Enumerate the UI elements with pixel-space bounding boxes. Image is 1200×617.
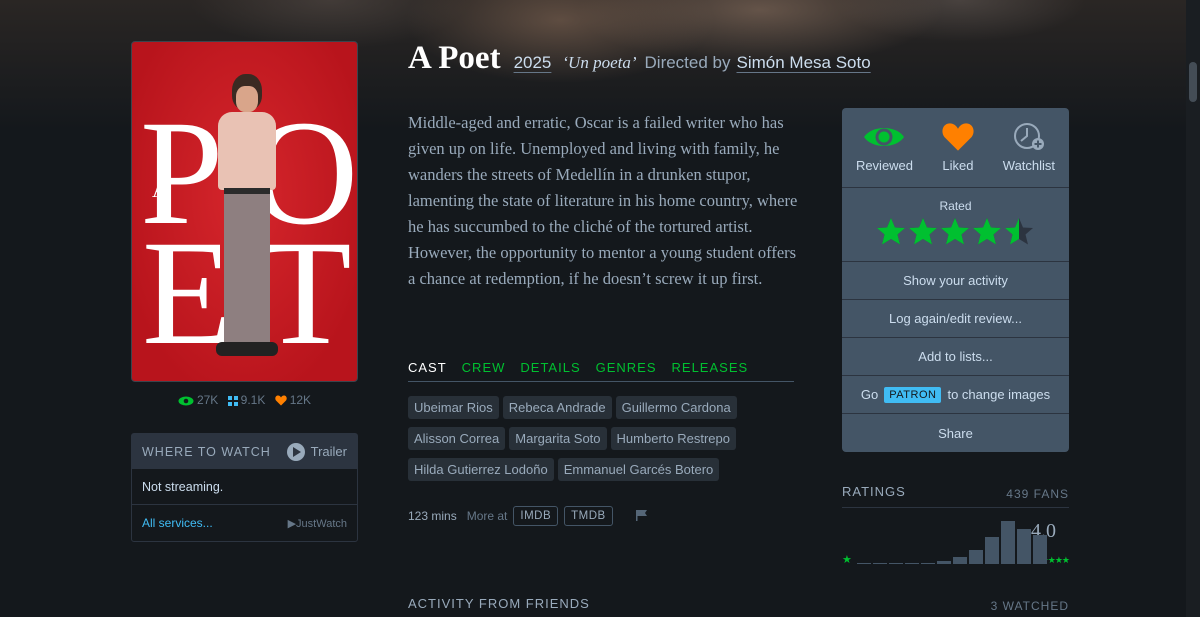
tab-releases[interactable]: RELEASES bbox=[672, 360, 749, 381]
actions-panel: Reviewed Liked Watchlist Rated Show your… bbox=[842, 108, 1069, 452]
add-to-lists-button[interactable]: Add to lists... bbox=[842, 338, 1069, 376]
likes-stat[interactable]: 12K bbox=[274, 393, 312, 407]
rating-stars[interactable] bbox=[842, 217, 1069, 247]
star-icon[interactable] bbox=[972, 217, 1002, 247]
liked-label: Liked bbox=[942, 158, 974, 173]
where-to-watch-title: WHERE TO WATCH bbox=[142, 444, 271, 459]
heart-icon bbox=[942, 123, 974, 151]
film-header: A Poet 2025 ‘Un poeta’ Directed by Simón… bbox=[408, 40, 871, 77]
watchlist-label: Watchlist bbox=[1002, 158, 1056, 173]
lists-count: 9.1K bbox=[240, 393, 266, 407]
play-small-icon: ▶ bbox=[287, 517, 297, 530]
fans-count[interactable]: 439 FANS bbox=[1006, 487, 1069, 501]
trailer-link[interactable]: Trailer bbox=[286, 442, 347, 461]
play-icon bbox=[286, 442, 305, 461]
justwatch-logo[interactable]: ▶JustWatch bbox=[288, 517, 347, 530]
justwatch-label: JustWatch bbox=[296, 517, 347, 530]
histogram-bar[interactable] bbox=[953, 556, 967, 564]
eye-icon bbox=[178, 396, 194, 406]
cast-list: Ubeimar Rios Rebeca Andrade Guillermo Ca… bbox=[408, 396, 800, 489]
share-button[interactable]: Share bbox=[842, 414, 1069, 452]
grid-icon bbox=[227, 395, 238, 406]
histogram-bar[interactable] bbox=[889, 563, 903, 564]
change-images-label: to change images bbox=[947, 387, 1051, 402]
original-title: ‘Un poeta’ bbox=[562, 53, 637, 72]
ratings-histogram: ★ 4.0 ★★★★★ bbox=[842, 512, 1070, 568]
friends-activity-header: ACTIVITY FROM FRIENDS 3 WATCHED bbox=[408, 596, 1069, 617]
histogram-bar[interactable] bbox=[905, 563, 919, 564]
histogram-bar[interactable] bbox=[985, 536, 999, 564]
go-label: Go bbox=[860, 387, 879, 402]
directed-by-label: Directed by bbox=[644, 53, 731, 72]
where-to-watch-panel: WHERE TO WATCH Trailer Not streaming. Al… bbox=[131, 433, 358, 542]
film-tabs: CAST CREW DETAILS GENRES RELEASES bbox=[408, 360, 794, 382]
rated-label: Rated bbox=[939, 199, 972, 213]
liked-action[interactable]: Liked bbox=[941, 122, 975, 173]
histogram-bar[interactable] bbox=[1017, 528, 1031, 564]
patron-promo[interactable]: Go PATRON to change images bbox=[842, 376, 1069, 414]
heart-icon bbox=[274, 395, 287, 406]
trailer-label: Trailer bbox=[310, 444, 347, 459]
star-icon[interactable] bbox=[940, 217, 970, 247]
film-meta: 123 mins More at IMDB TMDB bbox=[408, 506, 649, 526]
cast-member[interactable]: Margarita Soto bbox=[509, 427, 607, 450]
histogram-bar[interactable] bbox=[857, 563, 871, 564]
cast-member[interactable]: Alisson Correa bbox=[408, 427, 506, 450]
star-icon[interactable] bbox=[876, 217, 906, 247]
tmdb-button[interactable]: TMDB bbox=[564, 506, 613, 526]
imdb-button[interactable]: IMDB bbox=[513, 506, 559, 526]
cast-member[interactable]: Humberto Restrepo bbox=[610, 427, 736, 450]
cast-member[interactable]: Emmanuel Garcés Botero bbox=[557, 458, 720, 481]
more-at-label: More at bbox=[466, 509, 508, 523]
film-title: A Poet bbox=[408, 40, 501, 76]
log-again-button[interactable]: Log again/edit review... bbox=[842, 300, 1069, 338]
film-year-link[interactable]: 2025 bbox=[514, 53, 552, 73]
histogram-bar[interactable] bbox=[937, 560, 951, 564]
histogram-bar[interactable] bbox=[921, 562, 935, 564]
reviewed-label: Reviewed bbox=[855, 158, 914, 173]
tab-details[interactable]: DETAILS bbox=[520, 360, 580, 381]
film-poster[interactable]: P O E T A bbox=[131, 41, 358, 382]
show-activity-button[interactable]: Show your activity bbox=[842, 262, 1069, 300]
all-services-link[interactable]: All services... bbox=[142, 516, 213, 530]
star-icon[interactable] bbox=[908, 217, 938, 247]
histogram-bar[interactable] bbox=[969, 549, 983, 564]
histogram-bar[interactable] bbox=[873, 563, 887, 564]
friends-activity-title: ACTIVITY FROM FRIENDS bbox=[408, 596, 590, 611]
patron-badge[interactable]: PATRON bbox=[884, 386, 942, 403]
poster-letter-small: A bbox=[152, 177, 168, 202]
tab-genres[interactable]: GENRES bbox=[596, 360, 657, 381]
scrollbar-thumb[interactable] bbox=[1189, 62, 1197, 102]
scrollbar[interactable] bbox=[1186, 0, 1200, 617]
lists-stat[interactable]: 9.1K bbox=[227, 393, 269, 407]
histogram-bar[interactable] bbox=[1033, 535, 1047, 564]
eye-icon bbox=[864, 128, 905, 146]
one-star-icon: ★ bbox=[842, 554, 852, 566]
likes-count: 12K bbox=[289, 393, 312, 407]
streaming-status: Not streaming. bbox=[132, 469, 357, 505]
clock-plus-icon bbox=[1013, 123, 1044, 150]
poster-stats: 27K 9.1K 12K bbox=[131, 393, 358, 407]
tab-crew[interactable]: CREW bbox=[462, 360, 506, 381]
ratings-title[interactable]: RATINGS bbox=[842, 484, 906, 501]
reviewed-action[interactable]: Reviewed bbox=[856, 122, 913, 173]
tab-cast[interactable]: CAST bbox=[408, 360, 447, 381]
star-icon[interactable] bbox=[1004, 217, 1034, 247]
flag-icon[interactable] bbox=[635, 509, 649, 524]
ratings-header: RATINGS 439 FANS bbox=[842, 484, 1069, 508]
histogram-bar[interactable] bbox=[1001, 521, 1015, 564]
cast-member[interactable]: Hilda Gutierrez Lodoño bbox=[408, 458, 554, 481]
watched-stat[interactable]: 27K bbox=[178, 393, 222, 407]
watchlist-action[interactable]: Watchlist bbox=[1003, 122, 1055, 173]
runtime: 123 mins bbox=[408, 509, 457, 523]
friends-watched-count[interactable]: 3 WATCHED bbox=[991, 599, 1069, 613]
cast-member[interactable]: Rebeca Andrade bbox=[502, 396, 612, 419]
cast-member[interactable]: Guillermo Cardona bbox=[615, 396, 737, 419]
watched-count: 27K bbox=[196, 393, 219, 407]
synopsis: Middle-aged and erratic, Oscar is a fail… bbox=[408, 113, 798, 288]
poster-figure bbox=[214, 72, 280, 362]
cast-member[interactable]: Ubeimar Rios bbox=[408, 396, 499, 419]
director-link[interactable]: Simón Mesa Soto bbox=[737, 53, 871, 73]
